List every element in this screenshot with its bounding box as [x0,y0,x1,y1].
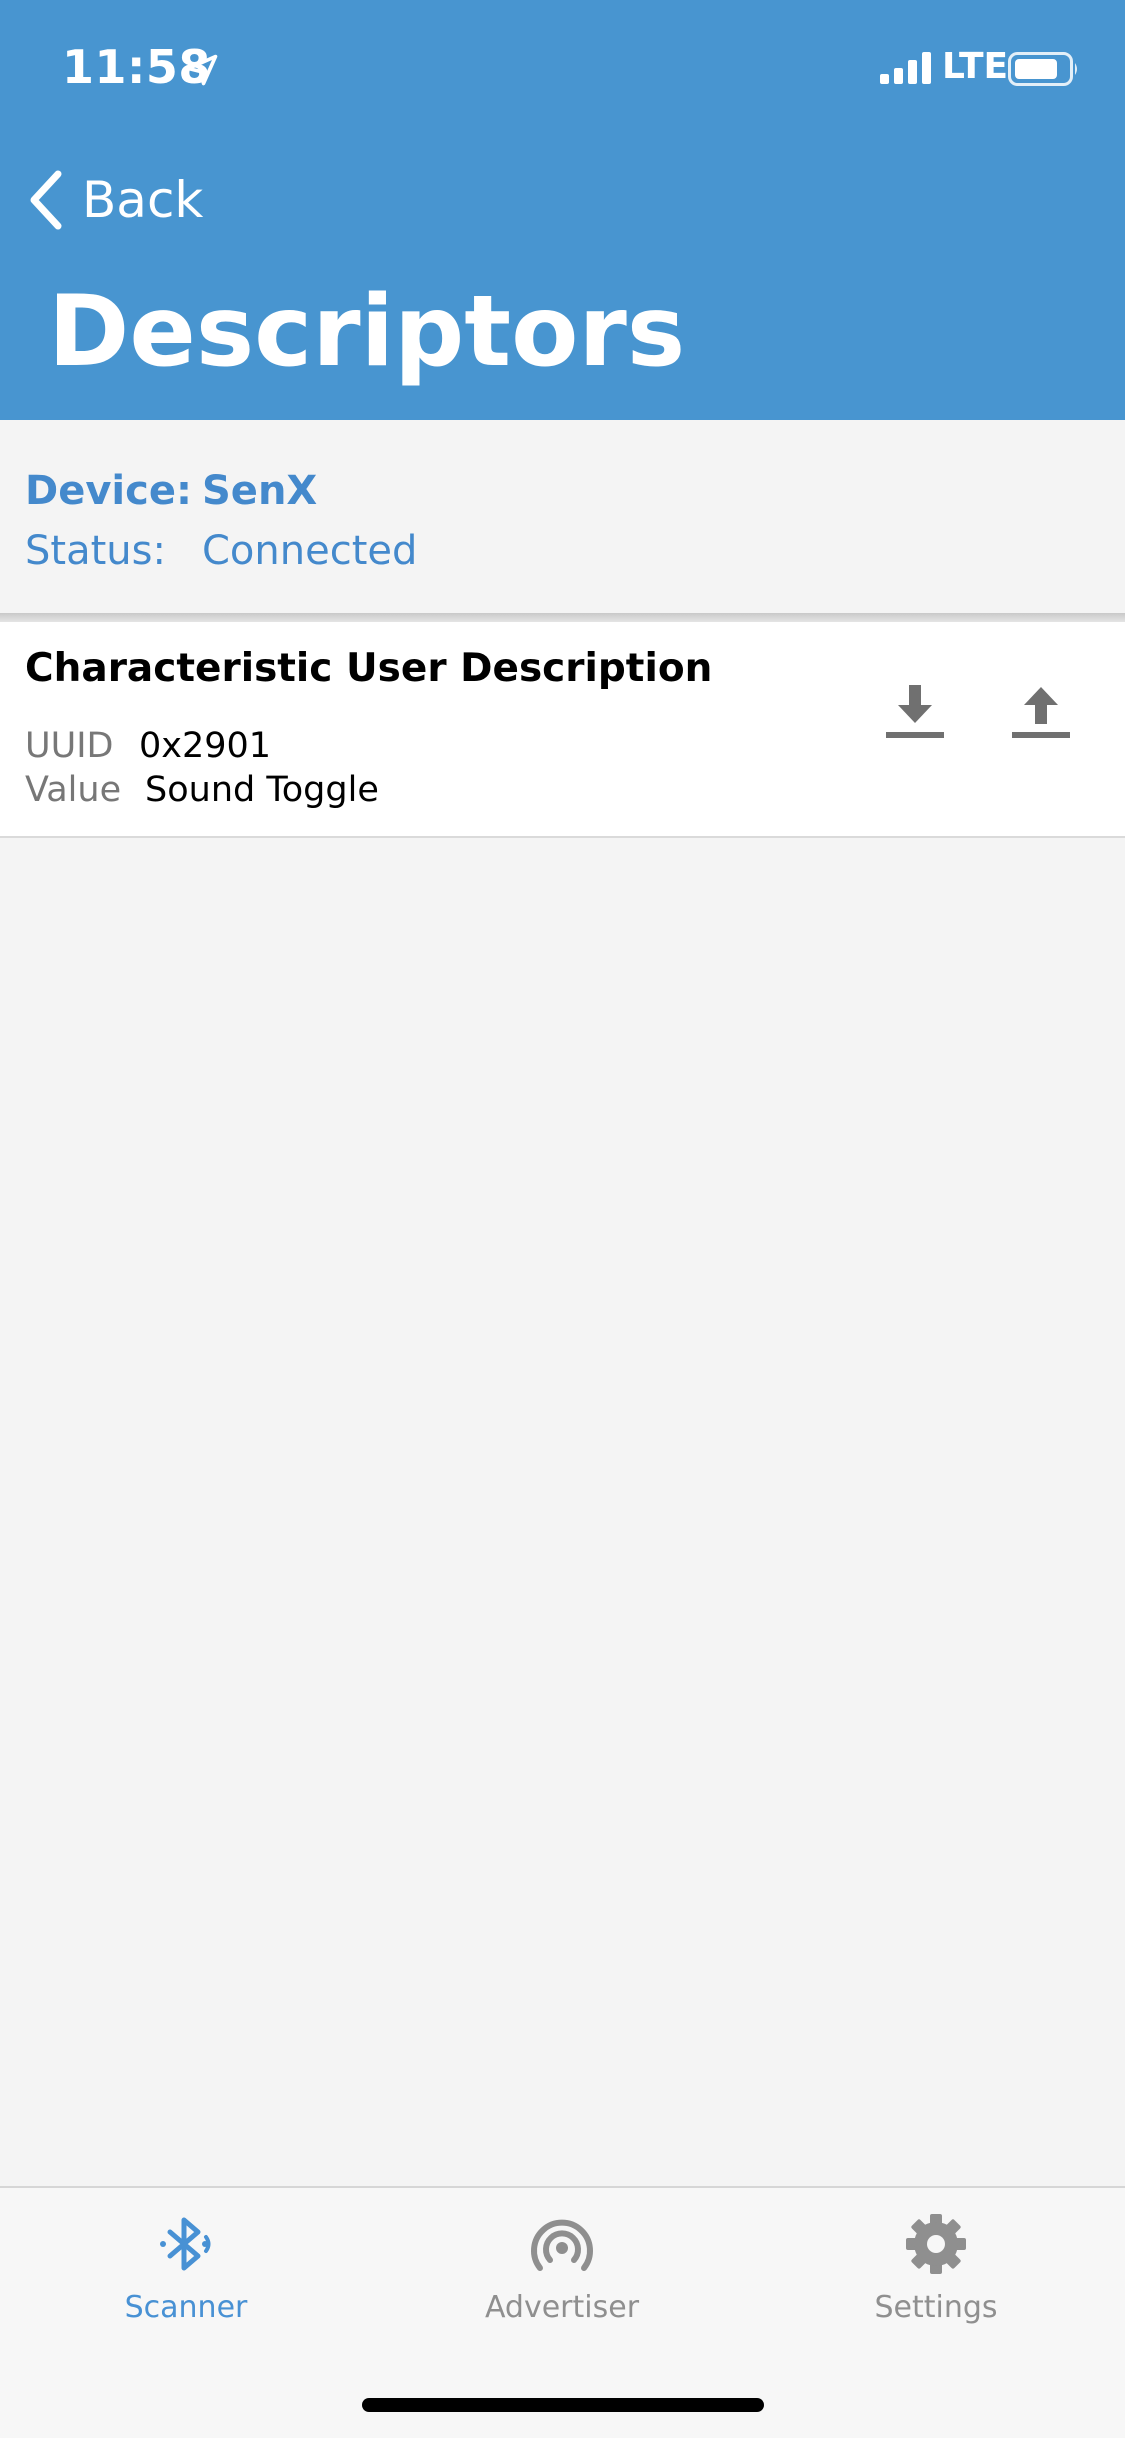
read-button[interactable] [880,677,950,747]
back-label: Back [82,171,204,229]
status-bar: 11:58 LTE [0,0,1125,130]
upload-icon [1012,687,1070,738]
tab-scanner[interactable]: Scanner [36,2208,336,2348]
tab-settings[interactable]: Settings [786,2208,1086,2348]
download-icon [886,685,944,738]
descriptor-name: Characteristic User Description [25,646,713,691]
battery-icon [1008,52,1077,86]
tab-advertiser[interactable]: Advertiser [412,2208,712,2348]
uuid-row: UUID 0x2901 [25,726,271,766]
gear-icon [906,2214,966,2274]
broadcast-icon [531,2219,593,2271]
back-button[interactable]: Back [24,160,203,240]
nav-header: 11:58 LTE Back Descriptors [0,0,1125,420]
signal-bars-icon [880,52,931,84]
device-key: Device: [25,468,192,514]
value-row: Value Sound Toggle [25,770,379,810]
chevron-left-icon [30,170,62,230]
descriptor-card: Characteristic User Description UUID 0x2… [0,622,1125,838]
descriptor-value: Sound Toggle [145,770,379,810]
device-row: Device: SenX [25,468,317,514]
location-arrow-icon [186,54,218,86]
home-indicator[interactable] [362,2398,764,2412]
uuid-value: 0x2901 [139,726,272,766]
connection-status: Connected [202,528,418,574]
status-key: Status: [25,528,166,574]
tab-settings-label: Settings [874,2290,998,2325]
tab-advertiser-label: Advertiser [484,2290,640,2325]
bluetooth-icon [160,2217,211,2271]
device-info-panel: Device: SenX Status: Connected [0,420,1125,615]
carrier-label: LTE [942,46,1009,87]
device-name: SenX [202,468,318,514]
tab-scanner-label: Scanner [124,2290,248,2325]
write-button[interactable] [1006,677,1076,747]
uuid-label: UUID [25,726,114,766]
status-row: Status: Connected [25,528,417,574]
page-title: Descriptors [48,275,686,389]
value-label: Value [25,770,122,810]
